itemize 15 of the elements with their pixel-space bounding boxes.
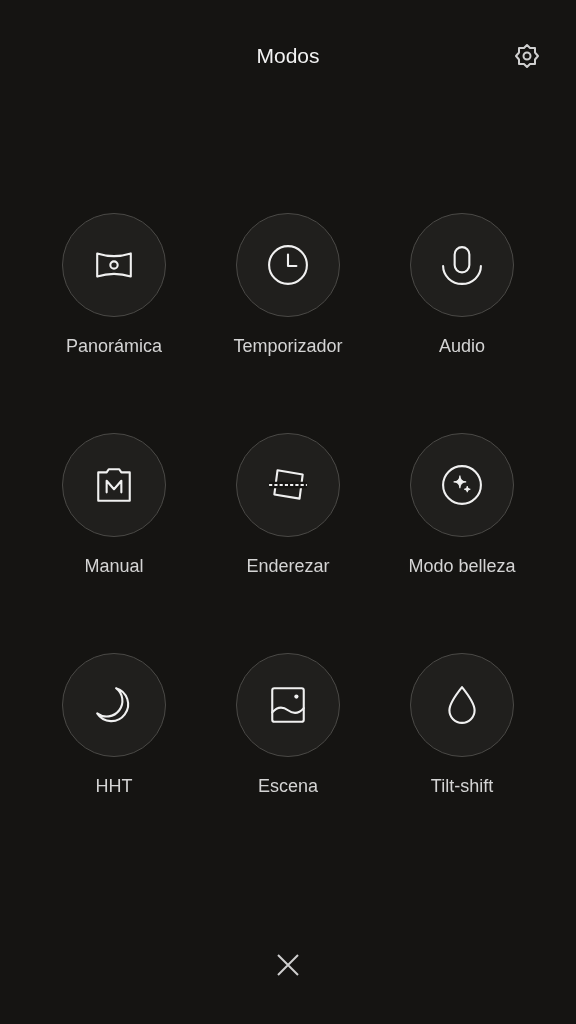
mode-label: Temporizador xyxy=(233,335,343,358)
mode-label: Manual xyxy=(84,555,144,578)
clock-icon xyxy=(267,244,309,286)
mode-label: Modo belleza xyxy=(408,555,516,578)
settings-icon[interactable] xyxy=(514,43,540,69)
screen-title: Modos xyxy=(256,43,320,69)
mode-label: HHT xyxy=(95,775,133,798)
mode-label: Escena xyxy=(257,775,318,798)
mode-label: Tilt-shift xyxy=(430,775,494,798)
mode-label: Panorámica xyxy=(65,335,162,358)
close-icon[interactable] xyxy=(276,953,300,977)
sparkle-icon xyxy=(441,464,483,506)
mode-label: Audio xyxy=(438,335,485,358)
microphone-icon xyxy=(441,244,483,286)
mode-label: Enderezar xyxy=(246,555,330,578)
